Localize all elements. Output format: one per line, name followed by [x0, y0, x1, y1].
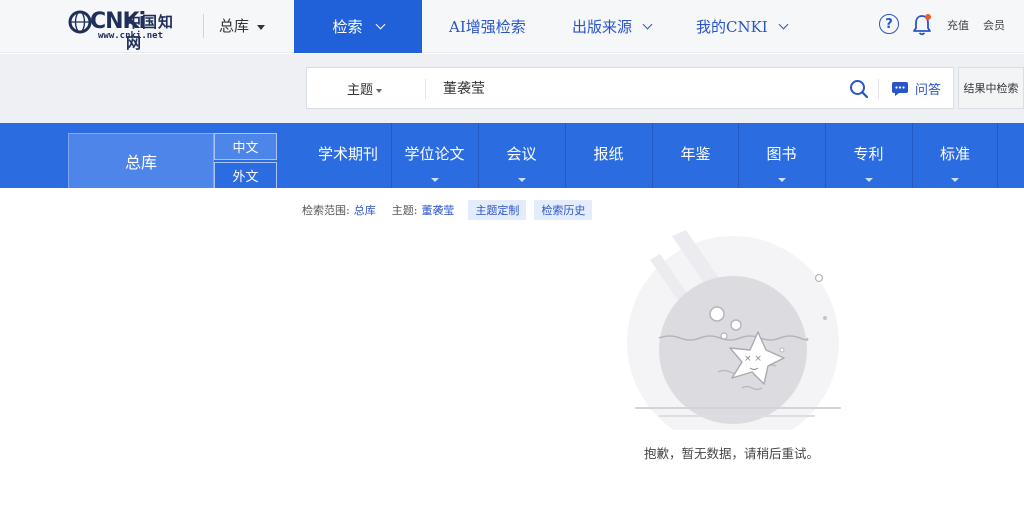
qa-button[interactable]: 问答	[891, 79, 941, 98]
divider	[878, 79, 879, 99]
language-chinese-tab[interactable]: 中文	[214, 133, 277, 160]
empty-starfish-illustration: × ×	[627, 230, 841, 430]
database-newspapers[interactable]: 报纸	[565, 123, 651, 188]
caret-down-icon	[951, 178, 959, 182]
language-foreign-tab[interactable]: 外文	[214, 162, 277, 188]
help-icon[interactable]: ?	[879, 14, 899, 34]
caret-down-icon	[376, 88, 383, 93]
nav-search[interactable]: 检索	[294, 0, 422, 53]
database-select-label: 总库	[219, 17, 250, 35]
cnki-logo[interactable]: CNKi 中国知网 www.cnki.net	[68, 9, 188, 52]
database-yearbooks-label: 年鉴	[680, 145, 711, 163]
database-standards-label: 标准	[939, 145, 970, 163]
scope-range-value: 总库	[353, 204, 376, 217]
nav-search-label: 检索	[332, 18, 363, 36]
database-journals-label: 学术期刊	[317, 145, 378, 163]
divider	[203, 14, 204, 38]
search-row: 主题 问答	[0, 54, 1024, 123]
nav-my-cnki-label: 我的CNKI	[696, 18, 768, 36]
database-total-tab[interactable]: 总库	[68, 133, 214, 188]
scope-topic-value: 董袭莹	[421, 204, 455, 217]
top-navigation-bar: CNKi 中国知网 www.cnki.net 总库 检索 AI增强检索 出版来源…	[0, 0, 1024, 53]
nav-publications[interactable]: 出版来源	[572, 0, 653, 53]
logo-url: www.cnki.net	[98, 31, 164, 41]
database-bar: 总库 中文 外文 学术期刊 学位论文 会议 报纸 年鉴 图书 专利 标准	[0, 123, 1024, 188]
chevron-down-icon	[642, 19, 653, 30]
database-select[interactable]: 总库	[219, 15, 266, 36]
database-conferences[interactable]: 会议	[478, 123, 564, 188]
search-in-results-button[interactable]: 结果中检索	[958, 67, 1024, 109]
custom-topic-button[interactable]: 主题定制	[468, 200, 527, 220]
database-journals[interactable]: 学术期刊	[305, 123, 391, 188]
search-icon[interactable]	[849, 79, 869, 99]
search-input[interactable]	[443, 74, 839, 102]
search-scope-bar: 检索范围: 总库 主题: 董袭莹 主题定制 检索历史	[302, 200, 593, 220]
database-theses-label: 学位论文	[404, 145, 465, 163]
database-books-label: 图书	[766, 145, 797, 163]
nav-ai-search[interactable]: AI增强检索	[449, 0, 526, 53]
caret-down-icon	[864, 178, 873, 182]
database-patents-label: 专利	[853, 145, 884, 163]
nav-publications-label: 出版来源	[572, 18, 633, 36]
empty-state-message: 抱歉，暂无数据，请稍后重试。	[644, 446, 820, 461]
database-newspapers-label: 报纸	[593, 145, 624, 163]
nav-my-cnki[interactable]: 我的CNKI	[696, 0, 789, 53]
qa-label: 问答	[915, 83, 942, 98]
svg-text:× ×: × ×	[744, 354, 762, 364]
caret-down-icon	[430, 178, 439, 182]
nav-ai-search-label: AI增强检索	[449, 18, 526, 36]
scope-topic-label: 主题:	[391, 204, 418, 217]
caret-down-icon	[777, 178, 786, 182]
chevron-down-icon	[778, 19, 789, 30]
database-standards[interactable]: 标准	[912, 123, 998, 188]
member-link[interactable]: 会员	[983, 17, 1005, 33]
search-field-select[interactable]: 主题	[347, 79, 383, 98]
search-field-label: 主题	[347, 83, 374, 98]
database-theses[interactable]: 学位论文	[391, 123, 477, 188]
recharge-link[interactable]: 充值	[947, 17, 969, 33]
chevron-down-icon	[375, 19, 385, 30]
database-books[interactable]: 图书	[738, 123, 824, 188]
divider	[425, 79, 426, 99]
caret-down-icon	[257, 24, 266, 30]
scope-range-label: 检索范围:	[302, 204, 350, 217]
search-history-button[interactable]: 检索历史	[534, 200, 593, 220]
search-box: 主题 问答	[306, 67, 954, 109]
database-patents[interactable]: 专利	[825, 123, 911, 188]
database-yearbooks[interactable]: 年鉴	[652, 123, 738, 188]
chat-icon	[892, 81, 908, 96]
notification-badge	[925, 14, 931, 20]
caret-down-icon	[517, 178, 526, 182]
database-conferences-label: 会议	[506, 145, 537, 163]
